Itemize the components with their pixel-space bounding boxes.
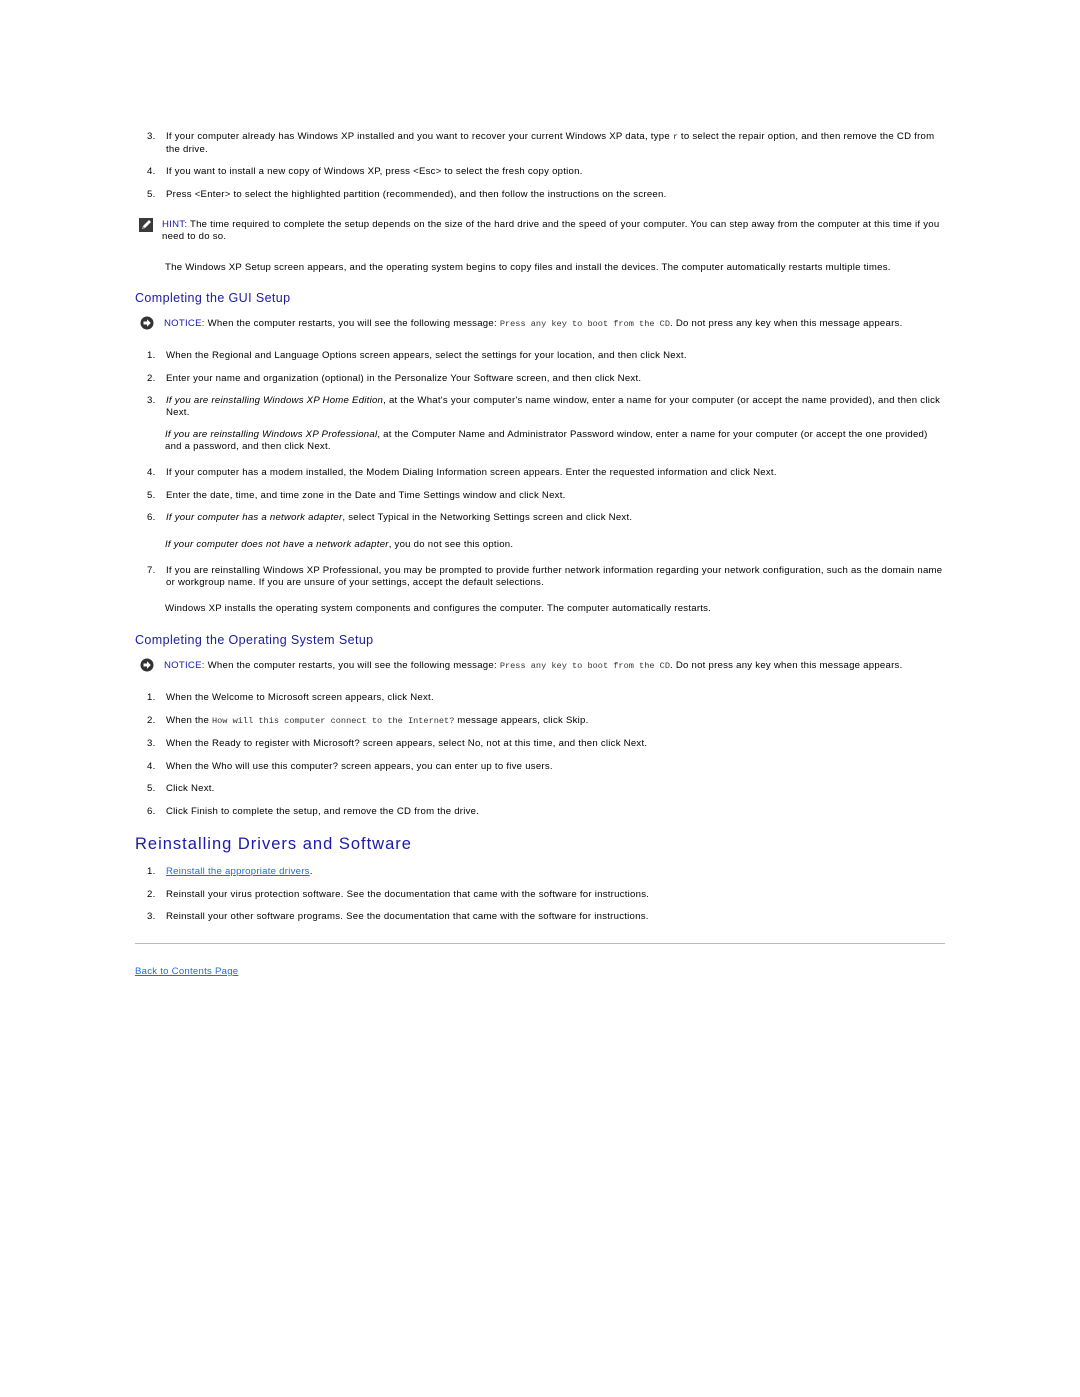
step-number: 1. xyxy=(147,692,156,703)
step-condition: If you are reinstalling Windows XP Home … xyxy=(166,395,384,406)
notice-arrow-icon xyxy=(140,316,154,329)
list-item: 2. Reinstall your virus protection softw… xyxy=(135,889,945,901)
document-page: 3. If your computer already has Windows … xyxy=(135,131,945,977)
step-text: If your computer already has Windows XP … xyxy=(166,131,673,142)
list-item: 2. When the How will this computer conne… xyxy=(135,715,945,728)
closing-paragraph: Windows XP installs the operating system… xyxy=(165,603,712,614)
notice-arrow-icon xyxy=(140,658,154,671)
list-item: 3. Reinstall your other software program… xyxy=(135,911,945,923)
step-number: 2. xyxy=(147,888,156,900)
hint-label: HINT: xyxy=(162,219,188,230)
step-text: If you want to install a new copy of Win… xyxy=(166,166,583,177)
notice-text: . Do not press any key when this message… xyxy=(670,317,903,329)
step-number: 5. xyxy=(147,783,156,794)
back-to-contents-link[interactable]: Back to Contents Page xyxy=(135,966,238,977)
step-text: Enter your name and organization (option… xyxy=(166,372,642,384)
step-subparagraph: If you are reinstalling Windows XP Profe… xyxy=(135,429,945,452)
section-heading-os-setup: Completing the Operating System Setup xyxy=(135,632,374,647)
list-item: 5. Press <Enter> to select the highlight… xyxy=(135,189,945,201)
step-number: 3. xyxy=(147,911,156,922)
list-item: 3. If your computer already has Windows … xyxy=(135,131,945,155)
step-text: When the Who will use this computer? scr… xyxy=(166,760,553,772)
step-text: Press <Enter> to select the highlighted … xyxy=(166,188,667,200)
list-item: 2. Enter your name and organization (opt… xyxy=(135,373,945,385)
notice-note: NOTICE: When the computer restarts, you … xyxy=(135,658,945,673)
step-number: 4. xyxy=(147,166,156,177)
step-text: If you are reinstalling Windows XP Profe… xyxy=(166,565,943,588)
list-item: 4. If your computer has a modem installe… xyxy=(135,467,945,479)
setup-paragraph: The Windows XP Setup screen appears, and… xyxy=(165,262,891,273)
step-text: , you do not see this option. xyxy=(388,538,514,550)
section-heading-gui-setup: Completing the GUI Setup xyxy=(135,290,291,305)
step-text: Enter the date, time, and time zone in t… xyxy=(166,489,566,501)
list-item: 6. Click Finish to complete the setup, a… xyxy=(135,806,945,818)
step-number: 7. xyxy=(147,565,156,576)
notice-label: NOTICE: xyxy=(164,659,205,671)
step-number: 5. xyxy=(147,489,156,501)
step-number: 1. xyxy=(147,350,156,361)
step-number: 1. xyxy=(147,866,156,877)
step-text: When the xyxy=(166,714,212,726)
step-number: 2. xyxy=(147,372,156,384)
step-condition: If your computer has a network adapter xyxy=(166,512,343,523)
pencil-note-icon xyxy=(139,218,153,232)
list-item: 3. When the Ready to register with Micro… xyxy=(135,738,945,750)
step-number: 4. xyxy=(147,760,156,772)
list-item: 1. When the Welcome to Microsoft screen … xyxy=(135,692,945,704)
list-item: 1. When the Regional and Language Option… xyxy=(135,350,945,362)
step-text: Reinstall your virus protection software… xyxy=(166,888,650,900)
step-text: When the Regional and Language Options s… xyxy=(166,350,687,361)
list-item: 5. Enter the date, time, and time zone i… xyxy=(135,490,945,502)
step-number: 2. xyxy=(147,714,156,726)
list-item: 1. Reinstall the appropriate drivers. xyxy=(135,866,945,878)
list-item: 7. If you are reinstalling Windows XP Pr… xyxy=(135,565,945,588)
divider xyxy=(135,942,945,944)
step-text: , select Typical in the Networking Setti… xyxy=(342,512,633,523)
list-item: 4. When the Who will use this computer? … xyxy=(135,761,945,773)
step-condition: If you are reinstalling Windows XP Profe… xyxy=(165,429,378,440)
step-text: Click Finish to complete the setup, and … xyxy=(166,805,480,817)
notice-code: Press any key to boot from the CD xyxy=(499,318,670,329)
step-number: 3. xyxy=(147,395,156,406)
step-text: message appears, click Skip. xyxy=(454,714,589,726)
step-text: When the Welcome to Microsoft screen app… xyxy=(166,692,434,703)
notice-text: When the computer restarts, you will see… xyxy=(204,659,500,671)
step-number: 3. xyxy=(147,738,156,749)
step-number: 6. xyxy=(147,512,156,523)
step-number: 3. xyxy=(147,131,156,142)
step-number: 4. xyxy=(147,467,156,478)
reinstall-drivers-link[interactable]: Reinstall the appropriate drivers xyxy=(166,866,310,877)
step-subparagraph: If your computer does not have a network… xyxy=(135,539,945,551)
step-text: Click Next. xyxy=(166,783,215,794)
step-number: 5. xyxy=(147,188,156,200)
list-item: 5. Click Next. xyxy=(135,783,945,795)
hint-note: HINT: The time required to complete the … xyxy=(135,218,945,242)
step-code: How will this computer connect to the In… xyxy=(211,715,455,726)
step-text: . xyxy=(309,866,313,877)
list-item: 4. If you want to install a new copy of … xyxy=(135,166,945,178)
step-text: Reinstall your other software programs. … xyxy=(166,911,649,922)
notice-code: Press any key to boot from the CD xyxy=(499,660,670,671)
step-number: 6. xyxy=(147,805,156,817)
step-condition: If your computer does not have a network… xyxy=(165,538,389,550)
notice-text: When the computer restarts, you will see… xyxy=(204,317,500,329)
hint-text: The time required to complete the setup … xyxy=(162,219,940,242)
list-item: 6. If your computer has a network adapte… xyxy=(135,512,945,524)
section-heading-drivers: Reinstalling Drivers and Software xyxy=(135,835,412,853)
step-text: If your computer has a modem installed, … xyxy=(166,467,777,478)
notice-text: . Do not press any key when this message… xyxy=(670,659,903,671)
step-text: When the Ready to register with Microsof… xyxy=(166,738,648,749)
footer: Back to Contents Page xyxy=(135,966,945,978)
notice-note: NOTICE: When the computer restarts, you … xyxy=(135,316,945,331)
list-item: 3. If you are reinstalling Windows XP Ho… xyxy=(135,395,945,418)
notice-label: NOTICE: xyxy=(164,317,205,329)
